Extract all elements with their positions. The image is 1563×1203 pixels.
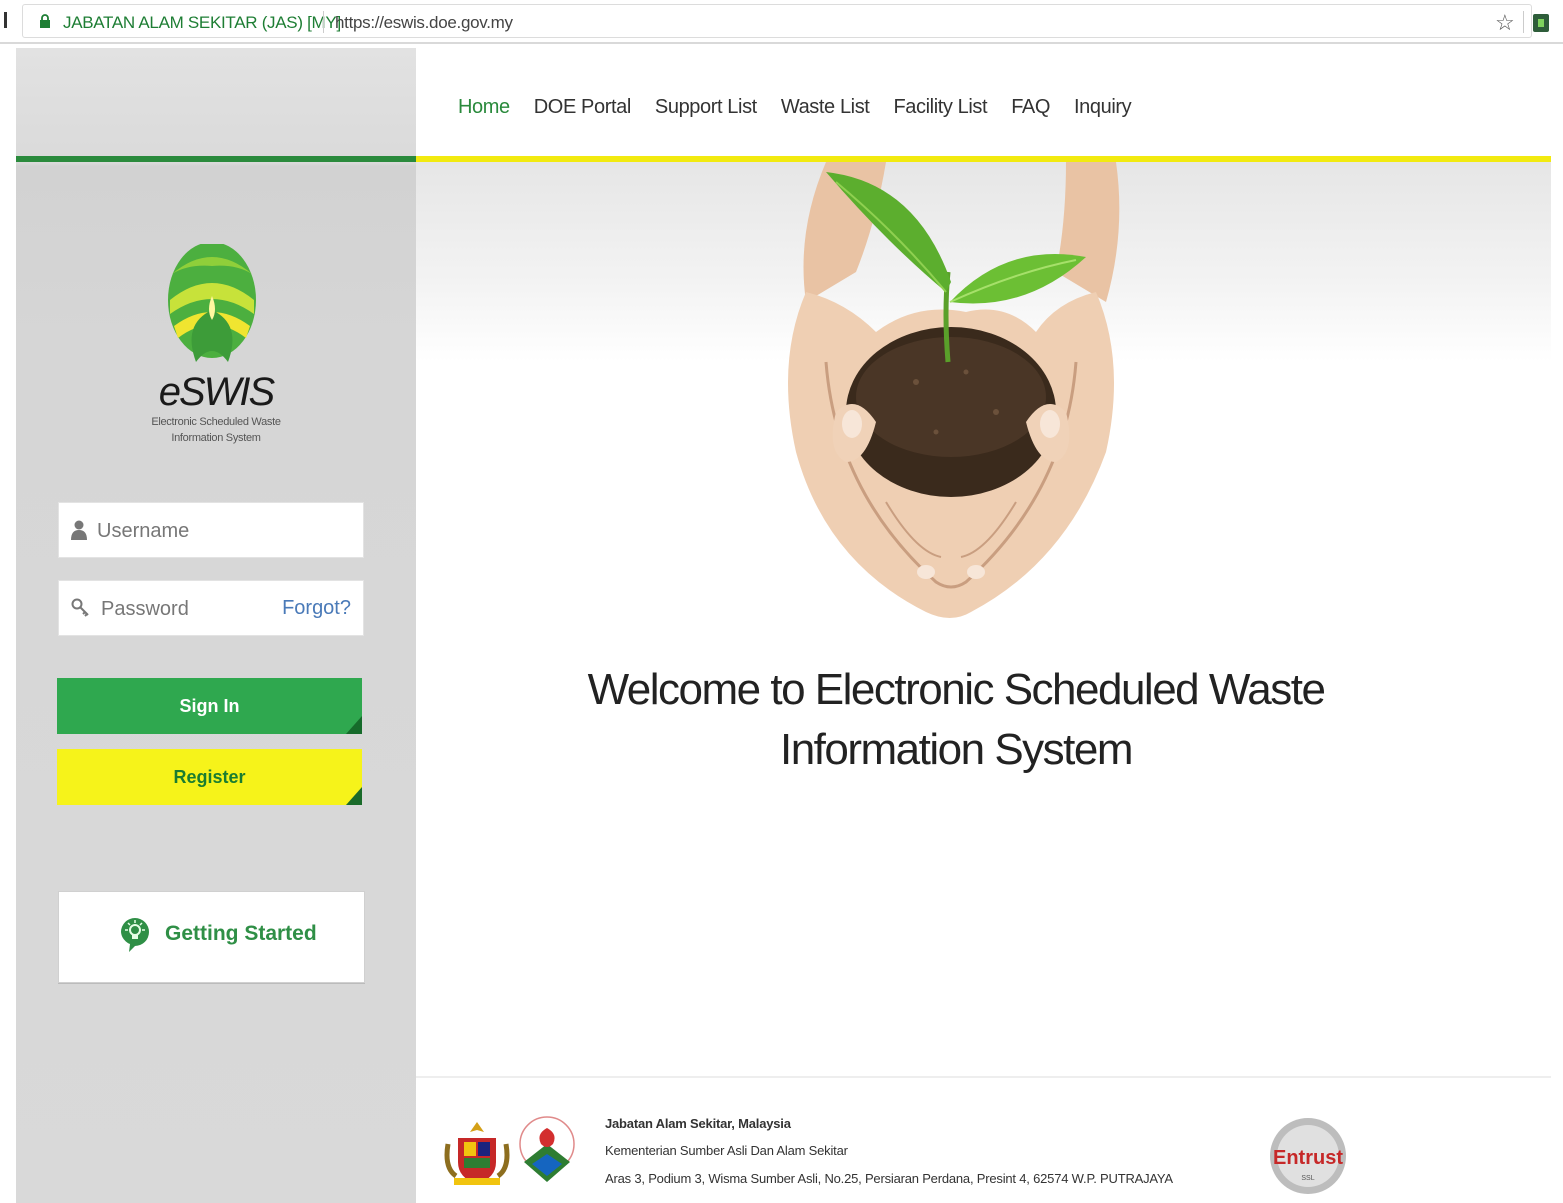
main-navigation: Home DOE Portal Support List Waste List … bbox=[416, 48, 1551, 156]
sidebar-green-rule bbox=[16, 156, 416, 162]
username-field[interactable] bbox=[58, 502, 364, 558]
divider bbox=[323, 11, 324, 33]
login-sidebar: eSWIS Electronic Scheduled Waste Informa… bbox=[16, 48, 416, 1203]
sign-in-label: Sign In bbox=[179, 695, 240, 716]
svg-text:Entrust: Entrust bbox=[1273, 1147, 1343, 1169]
site-identity: JABATAN ALAM SEKITAR (JAS) [MY] bbox=[63, 13, 341, 32]
hero-banner bbox=[416, 162, 1551, 642]
key-icon bbox=[71, 598, 89, 617]
nav-waste-list[interactable]: Waste List bbox=[781, 96, 870, 119]
nav-support-list[interactable]: Support List bbox=[655, 96, 757, 119]
star-icon[interactable]: ☆ bbox=[1495, 10, 1515, 36]
address-bar[interactable]: JABATAN ALAM SEKITAR (JAS) [MY] https://… bbox=[22, 4, 1549, 38]
welcome-heading: Welcome to Electronic Scheduled Waste In… bbox=[416, 660, 1496, 780]
nav-inquiry[interactable]: Inquiry bbox=[1074, 96, 1132, 119]
browser-toolbar: JABATAN ALAM SEKITAR (JAS) [MY] https://… bbox=[0, 0, 1563, 44]
coat-of-arms-icon bbox=[444, 1122, 510, 1185]
logo-subtitle: Information System bbox=[171, 432, 261, 444]
svg-text:SSL: SSL bbox=[1301, 1175, 1314, 1182]
nav-home[interactable]: Home bbox=[458, 96, 510, 119]
logo-subtitle: Electronic Scheduled Waste bbox=[151, 416, 281, 428]
doe-logo-icon bbox=[519, 1116, 575, 1182]
welcome-line: Information System bbox=[779, 725, 1134, 774]
nav-facility-list[interactable]: Facility List bbox=[893, 96, 987, 119]
eswis-logo-icon bbox=[168, 244, 256, 362]
lock-icon bbox=[40, 14, 50, 28]
footer-address: Aras 3, Podium 3, Wisma Sumber Asli, No.… bbox=[605, 1171, 1173, 1186]
button-corner bbox=[346, 787, 362, 805]
extension-icon[interactable] bbox=[1533, 14, 1549, 32]
url-text[interactable]: https://eswis.doe.gov.my bbox=[335, 13, 513, 33]
footer-ministry: Kementerian Sumber Asli Dan Alam Sekitar bbox=[605, 1143, 848, 1158]
page-edge bbox=[0, 44, 16, 1203]
footer-organization: Jabatan Alam Sekitar, Malaysia bbox=[605, 1116, 791, 1131]
getting-started-label: Getting Started bbox=[165, 922, 317, 945]
nav-menu: Home DOE Portal Support List Waste List … bbox=[458, 96, 1132, 119]
sign-in-button[interactable]: Sign In bbox=[57, 678, 362, 734]
page-footer: Jabatan Alam Sekitar, Malaysia Kementeri… bbox=[416, 1078, 1551, 1203]
password-field[interactable]: Forgot? bbox=[58, 580, 364, 636]
button-corner bbox=[346, 716, 362, 734]
user-icon bbox=[71, 520, 87, 540]
lightbulb-icon bbox=[121, 918, 149, 952]
entrust-ssl-seal-icon: Entrust SSL bbox=[1270, 1118, 1346, 1194]
logo-title: eSWIS bbox=[158, 370, 275, 414]
getting-started-button[interactable]: Getting Started bbox=[58, 891, 365, 983]
divider bbox=[1523, 11, 1524, 33]
menu-dots-icon[interactable] bbox=[4, 12, 7, 28]
password-input[interactable] bbox=[99, 593, 283, 625]
forgot-password-link[interactable]: Forgot? bbox=[282, 597, 351, 620]
register-label: Register bbox=[173, 766, 246, 787]
hands-with-seedling-image bbox=[788, 162, 1120, 618]
username-input[interactable] bbox=[95, 515, 279, 547]
nav-doe-portal[interactable]: DOE Portal bbox=[534, 96, 632, 119]
nav-faq[interactable]: FAQ bbox=[1011, 96, 1050, 119]
register-button[interactable]: Register bbox=[57, 749, 362, 805]
welcome-line: Welcome to Electronic Scheduled Waste bbox=[587, 665, 1326, 714]
